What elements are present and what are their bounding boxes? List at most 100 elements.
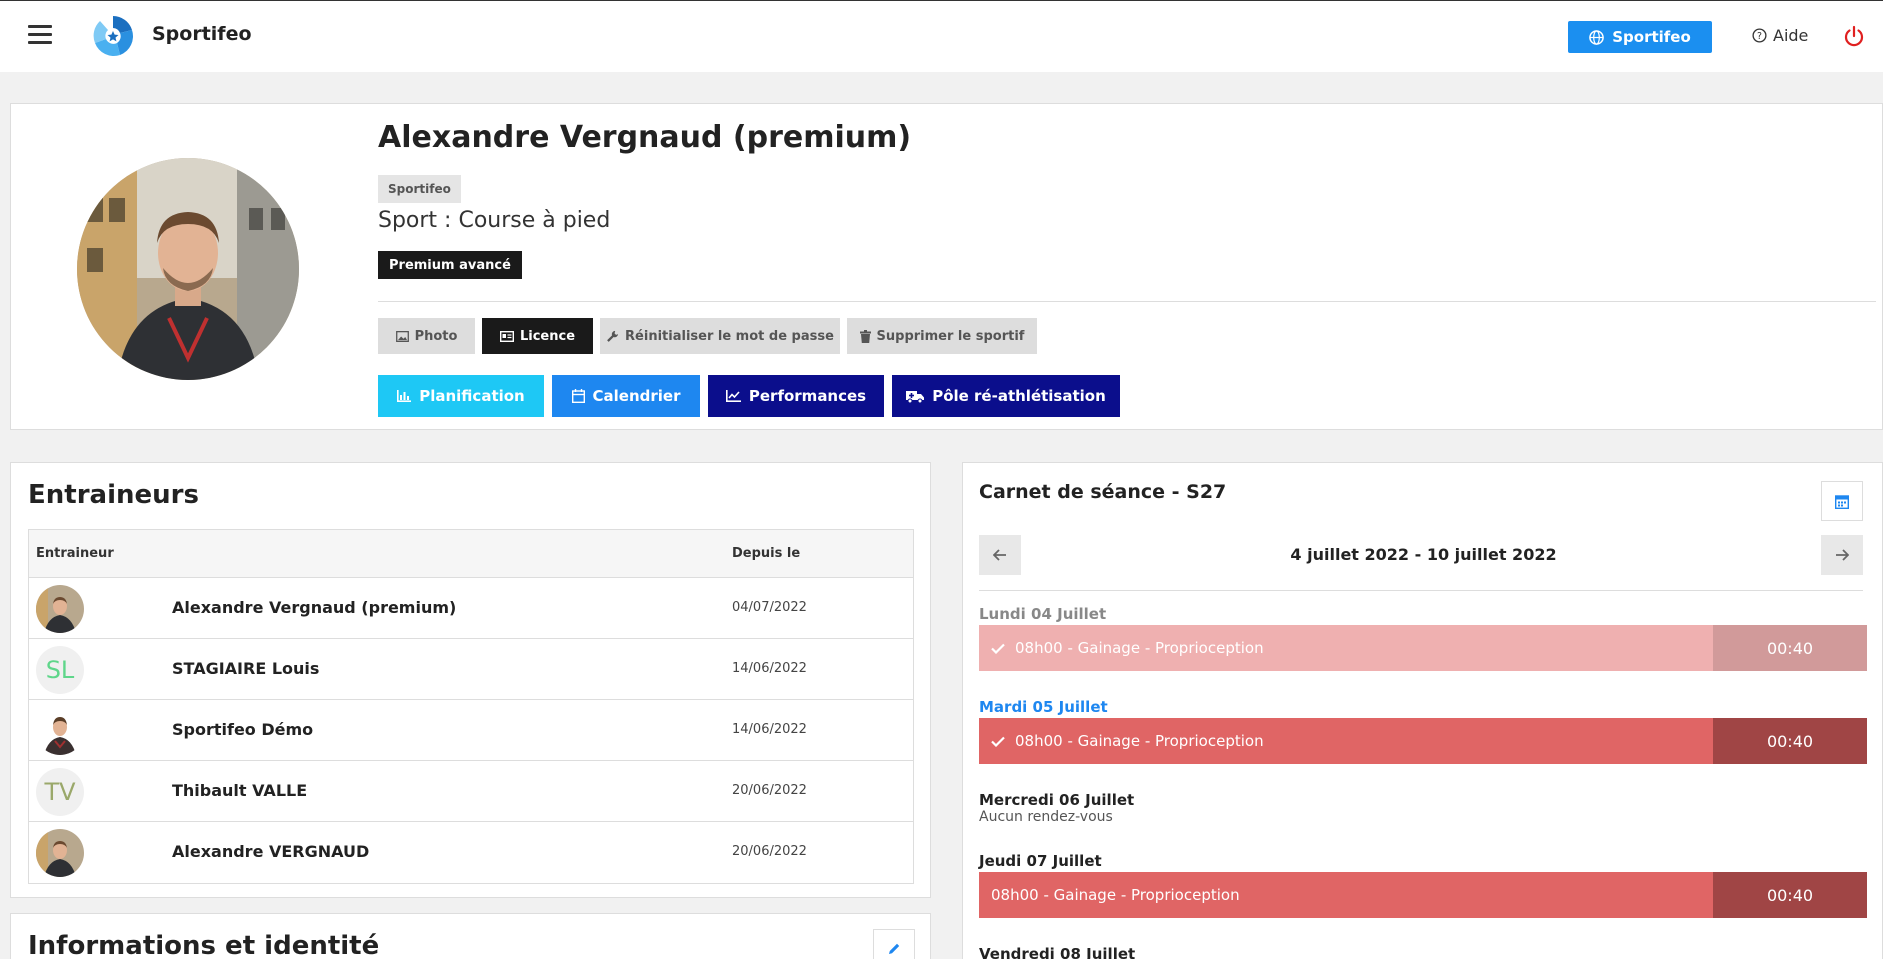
col-trainer: Entraineur [36,546,114,561]
session-event-main[interactable]: 08h00 - Gainage - Proprioception [979,625,1713,671]
divider [378,301,1876,302]
trainer-initials-avatar: SL [36,646,84,694]
menu-icon[interactable] [28,25,52,47]
day-label: Lundi 04 Juillet [979,605,1107,623]
question-circle-icon: ? [1752,28,1767,43]
ambulance-icon [906,390,925,403]
trainer-name: Alexandre Vergnaud (premium) [172,598,457,617]
arrow-right-icon [1836,549,1849,561]
performances-label: Performances [748,387,867,405]
session-notebook-card: Carnet de séance - S27 4 juillet 2022 - … [962,462,1883,959]
table-row[interactable]: Alexandre VERGNAUD 20/06/2022 [29,822,913,883]
athlete-name: Alexandre Vergnaud (premium) [378,120,912,155]
image-icon [395,330,409,342]
session-event[interactable]: 08h00 - Gainage - Proprioception 00:40 [979,625,1867,671]
session-event-main[interactable]: 08h00 - Gainage - Proprioception [979,718,1713,764]
divider [979,590,1863,591]
identity-card: Informations et identité [10,913,931,959]
session-notebook-title: Carnet de séance - S27 [979,481,1227,503]
club-badge: Sportifeo [378,175,461,203]
photo-button[interactable]: Photo [378,318,475,354]
delete-athlete-label: Supprimer le sportif [876,328,1025,344]
trainer-name: Thibault VALLE [172,781,308,800]
session-event[interactable]: 08h00 - Gainage - Proprioception 00:40 [979,872,1867,918]
session-event-label: 08h00 - Gainage - Proprioception [1015,639,1264,657]
session-duration: 00:40 [1713,718,1867,764]
check-icon [991,643,1005,654]
trainers-table: Entraineur Depuis le Alexandre Vergnaud … [28,529,914,884]
help-link[interactable]: ? Aide [1752,26,1808,45]
trainers-title: Entraineurs [28,480,199,510]
edit-identity-button[interactable] [873,929,915,959]
top-bar: Sportifeo Sportifeo ? Aide [0,0,1883,72]
calendar-icon [571,389,585,403]
bar-chart-icon [397,390,412,402]
sportifeo-button[interactable]: Sportifeo [1568,21,1712,53]
identity-title: Informations et identité [28,931,380,959]
trainer-avatar [36,707,84,755]
help-label: Aide [1773,26,1809,45]
session-event[interactable]: 08h00 - Gainage - Proprioception 00:40 [979,718,1867,764]
planification-button[interactable]: Planification [378,375,544,417]
calendrier-button[interactable]: Calendrier [552,375,700,417]
session-duration: 00:40 [1713,625,1867,671]
performances-button[interactable]: Performances [708,375,884,417]
trainer-since: 20/06/2022 [732,844,807,859]
trainers-card: Entraineurs Entraineur Depuis le Alexand… [10,462,931,898]
trainer-since: 14/06/2022 [732,661,807,676]
reset-password-button[interactable]: Réinitialiser le mot de passe [600,318,840,354]
trainer-name: Sportifeo Démo [172,720,314,739]
trainer-name: Alexandre VERGNAUD [172,842,370,861]
pole-label: Pôle ré-athlétisation [932,387,1106,405]
table-row[interactable]: Sportifeo Démo 14/06/2022 [29,700,913,761]
trainer-avatar [36,829,84,877]
trainer-avatar [36,585,84,633]
planification-label: Planification [419,387,525,405]
next-week-button[interactable] [1821,535,1863,575]
power-icon[interactable] [1844,25,1864,47]
day-label: Mercredi 06 Juillet [979,791,1135,809]
delete-athlete-button[interactable]: Supprimer le sportif [847,318,1037,354]
trash-icon [859,329,871,343]
col-since: Depuis le [732,546,801,561]
table-row[interactable]: Alexandre Vergnaud (premium) 04/07/2022 [29,578,913,639]
sportifeo-button-label: Sportifeo [1612,28,1691,46]
athlete-avatar [77,158,299,380]
trainer-since: 20/06/2022 [732,783,807,798]
open-calendar-button[interactable] [1821,481,1863,521]
licence-button-label: Licence [519,328,576,344]
week-range: 4 juillet 2022 - 10 juillet 2022 [1290,545,1557,564]
check-icon [991,736,1005,747]
pencil-icon [889,943,900,954]
day-label: Mardi 05 Juillet [979,698,1108,716]
plan-badge: Premium avancé [378,251,522,279]
svg-text:?: ? [1757,31,1762,42]
wrench-icon [607,330,619,342]
reset-password-label: Réinitialiser le mot de passe [625,328,834,344]
photo-button-label: Photo [414,328,458,344]
table-header: Entraineur Depuis le [29,530,913,578]
session-event-label: 08h00 - Gainage - Proprioception [991,886,1240,904]
athlete-sport: Sport : Course à pied [378,208,611,233]
day-label: Vendredi 08 Juillet [979,945,1136,959]
trainer-initials-avatar: TV [36,768,84,816]
trainer-since: 14/06/2022 [732,722,807,737]
session-event-main[interactable]: 08h00 - Gainage - Proprioception [979,872,1713,918]
athlete-profile-card: Alexandre Vergnaud (premium) Sportifeo S… [10,103,1883,430]
table-row[interactable]: TV Thibault VALLE 20/06/2022 [29,761,913,822]
pole-reathletisation-button[interactable]: Pôle ré-athlétisation [892,375,1120,417]
table-row[interactable]: SL STAGIAIRE Louis 14/06/2022 [29,639,913,700]
brand-name: Sportifeo [152,23,252,45]
sportifeo-logo[interactable] [90,13,136,59]
trainer-since: 04/07/2022 [732,600,807,615]
calendrier-label: Calendrier [592,387,681,405]
id-card-icon [499,330,514,342]
licence-button[interactable]: Licence [482,318,593,354]
globe-icon [1589,29,1605,45]
calendar-icon [1835,494,1849,509]
trainer-name: STAGIAIRE Louis [172,659,320,678]
session-event-label: 08h00 - Gainage - Proprioception [1015,732,1264,750]
no-appointment-text: Aucun rendez-vous [979,809,1113,825]
line-chart-icon [725,390,741,402]
day-label: Jeudi 07 Juillet [979,852,1102,870]
